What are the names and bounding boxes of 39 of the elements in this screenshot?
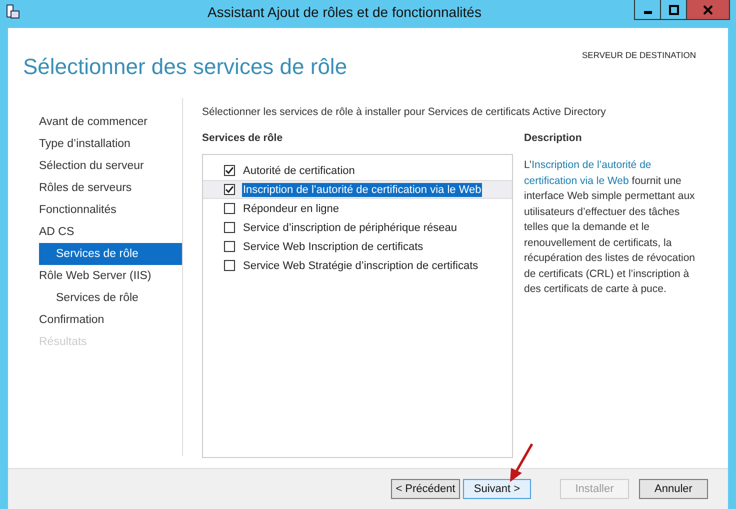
sidebar-item[interactable]: Services de rôle [39,243,182,265]
description-heading: Description [524,132,583,146]
close-icon [703,4,713,14]
close-button[interactable] [686,0,730,20]
sidebar-item[interactable]: AD CS [39,221,182,243]
minimize-icon [644,11,652,14]
checkbox[interactable] [224,222,235,233]
intro-text: Sélectionner les services de rôle à installer pour Services de certificats Active Directory [202,106,607,118]
checkbox[interactable] [224,203,235,214]
section-heading: Services de rôle [202,132,284,146]
maximize-icon [668,4,678,14]
description-link[interactable]: certification via le Web [524,174,629,186]
service-label[interactable]: Service d’inscription de périphérique réseau [242,220,458,234]
checkbox[interactable] [224,184,235,195]
sidebar-item[interactable]: Services de rôle [39,287,182,309]
wizard-button[interactable]: Suivant > [463,479,531,499]
sidebar-item[interactable]: Rôle Web Server (IIS) [39,265,182,287]
service-label[interactable]: Service Web Inscription de certificats [242,240,424,254]
checkbox[interactable] [224,241,235,252]
window-title: Assistant Ajout de rôles et de fonctionnalités [206,4,482,20]
sidebar-item[interactable]: Type d’installation [39,133,182,155]
wizard-button[interactable]: < Précédent [391,479,460,499]
service-label[interactable]: Répondeur en ligne [242,202,340,216]
sidebar-item[interactable]: Sélection du serveur [39,155,182,177]
sidebar-item[interactable]: Rôles de serveurs [39,177,182,199]
sidebar-item[interactable]: Confirmation [39,309,182,331]
destination-label: SERVEUR DE DESTINATION [582,50,696,62]
checkbox[interactable] [224,260,235,271]
checkbox[interactable] [224,165,235,176]
description-text: L’Inscription de l’autorité de certification via le Web fournit une interface Web simple permettant aux utilisateurs d’effectuer des tâches telles que la demande et le renouvellement de certificats, la récupération des listes de révocation de certificats (CRL) et l’inscription à des certificats de carte à puce. [524,158,696,297]
service-label[interactable]: Inscription de l’autorité de certification via le Web [242,182,482,196]
description-link[interactable]: Inscription de l’autorité de [532,159,652,171]
service-label[interactable]: Service Web Stratégie d’inscription de certificats [242,258,480,272]
service-label[interactable]: Autorité de certification [242,164,356,178]
sidebar-item[interactable]: Avant de commencer [39,111,182,133]
wizard-button[interactable]: Annuler [639,479,708,499]
page-title: Sélectionner des services de rôle [23,54,348,81]
minimize-button[interactable] [634,0,661,20]
sidebar-item[interactable]: Fonctionnalités [39,199,182,221]
